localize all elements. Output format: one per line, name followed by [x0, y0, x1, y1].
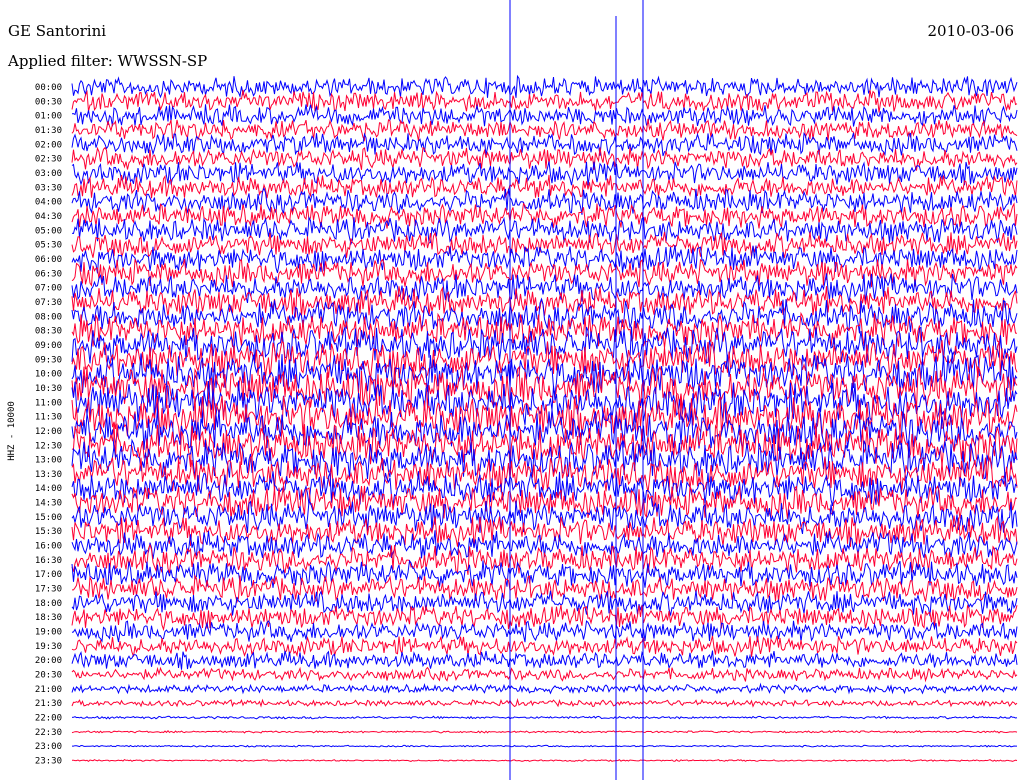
trace-row [71, 715, 1018, 720]
trace-row [71, 620, 1018, 643]
row-time-label: 05:00 [35, 226, 62, 236]
row-time-label: 12:00 [35, 427, 62, 437]
row-time-label: 22:30 [35, 728, 62, 738]
row-time-label: 21:30 [35, 699, 62, 709]
row-time-label: 21:00 [35, 685, 62, 695]
row-time-label: 10:00 [35, 370, 62, 380]
seismogram-page: 00:00 00:30 01:00 01:30 02:00 02:30 03:00 03:30… [0, 0, 1024, 780]
date-label: 2010-03-06 [927, 22, 1014, 40]
row-time-label: 05:30 [35, 241, 62, 251]
row-time-label: 09:00 [35, 341, 62, 351]
row-time-label: 02:30 [35, 155, 62, 165]
row-time-label: 13:30 [35, 470, 62, 480]
trace-row [71, 666, 1018, 683]
row-time-label: 14:00 [35, 484, 62, 494]
row-time-label: 00:00 [35, 83, 62, 93]
row-time-label: 06:00 [35, 255, 62, 265]
row-time-label: 09:30 [35, 355, 62, 365]
row-time-label: 15:30 [35, 527, 62, 537]
trace-row [71, 174, 1018, 199]
trace-row [71, 635, 1018, 658]
trace-row [71, 559, 1018, 588]
row-time-label: 16:00 [35, 542, 62, 552]
trace-row [71, 698, 1018, 708]
row-time-label: 00:30 [35, 97, 62, 107]
trace-row [71, 89, 1018, 113]
trace-row [71, 187, 1018, 215]
row-time-label: 19:30 [35, 642, 62, 652]
row-time-label: 08:00 [35, 312, 62, 322]
trace-row [71, 74, 1018, 99]
row-time-label: 15:00 [35, 513, 62, 523]
trace-row [71, 104, 1018, 127]
row-time-label: 20:00 [35, 656, 62, 666]
trace-row [71, 326, 1018, 365]
helicorder-plot: 00:00 00:30 01:00 01:30 02:00 02:30 03:00 03:30… [35, 0, 1018, 780]
trace-row [71, 161, 1018, 186]
row-time-label: 03:00 [35, 169, 62, 179]
row-time-label: 06:30 [35, 269, 62, 279]
row-time-label: 12:30 [35, 441, 62, 451]
row-time-label: 04:30 [35, 212, 62, 222]
row-time-label: 14:30 [35, 499, 62, 509]
row-time-label: 03:30 [35, 183, 62, 193]
row-time-label: 04:00 [35, 198, 62, 208]
row-time-label: 02:00 [35, 140, 62, 150]
trace-row [72, 744, 1017, 748]
trace-row [72, 758, 1018, 763]
row-time-label: 11:00 [35, 398, 62, 408]
row-time-label: 13:00 [35, 456, 62, 466]
trace-row [71, 650, 1018, 670]
row-time-label: 18:00 [35, 599, 62, 609]
y-axis-label: HHZ - 10000 [7, 401, 17, 461]
row-time-label: 19:00 [35, 628, 62, 638]
trace-row [71, 682, 1018, 695]
trace-row [71, 202, 1018, 229]
row-time-label: 10:30 [35, 384, 62, 394]
row-time-label: 17:00 [35, 570, 62, 580]
row-time-label: 23:00 [35, 742, 62, 752]
y-axis-label-wrap: HHZ - 10000 [2, 401, 22, 461]
row-time-label: 18:30 [35, 613, 62, 623]
row-time-label: 17:30 [35, 585, 62, 595]
row-time-label: 01:00 [35, 112, 62, 122]
row-time-label: 22:00 [35, 714, 62, 724]
row-time-label: 11:30 [35, 413, 62, 423]
row-time-label: 20:30 [35, 671, 62, 681]
filter-label: Applied filter: WWSSN-SP [8, 52, 208, 70]
row-time-label: 16:30 [35, 556, 62, 566]
station-title: GE Santorini [8, 22, 107, 40]
row-time-label: 07:30 [35, 298, 62, 308]
row-time-label: 08:30 [35, 327, 62, 337]
trace-row [71, 730, 1018, 734]
row-time-label: 23:30 [35, 757, 62, 767]
row-time-label: 01:30 [35, 126, 62, 136]
row-time-label: 07:00 [35, 284, 62, 294]
